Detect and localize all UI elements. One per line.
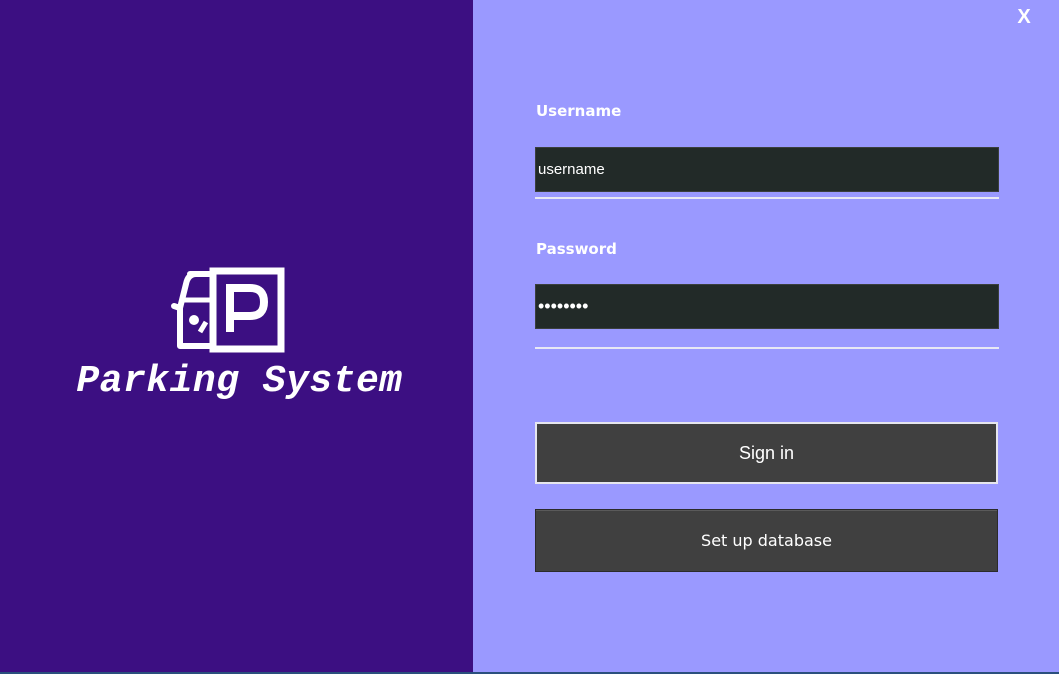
login-window: Parking System X Username Password Sign … (0, 0, 1059, 674)
username-label: Username (536, 102, 622, 120)
app-title: Parking System (76, 360, 403, 403)
username-underline (535, 197, 999, 199)
sign-in-button[interactable]: Sign in (535, 422, 998, 484)
password-field[interactable] (535, 284, 999, 329)
setup-database-button[interactable]: Set up database (535, 509, 998, 572)
car-parking-icon (171, 267, 285, 353)
branding-panel: Parking System (0, 0, 473, 674)
close-button[interactable]: X (1012, 4, 1036, 30)
password-label: Password (536, 240, 617, 258)
password-underline (535, 347, 999, 349)
username-field[interactable] (535, 147, 999, 192)
